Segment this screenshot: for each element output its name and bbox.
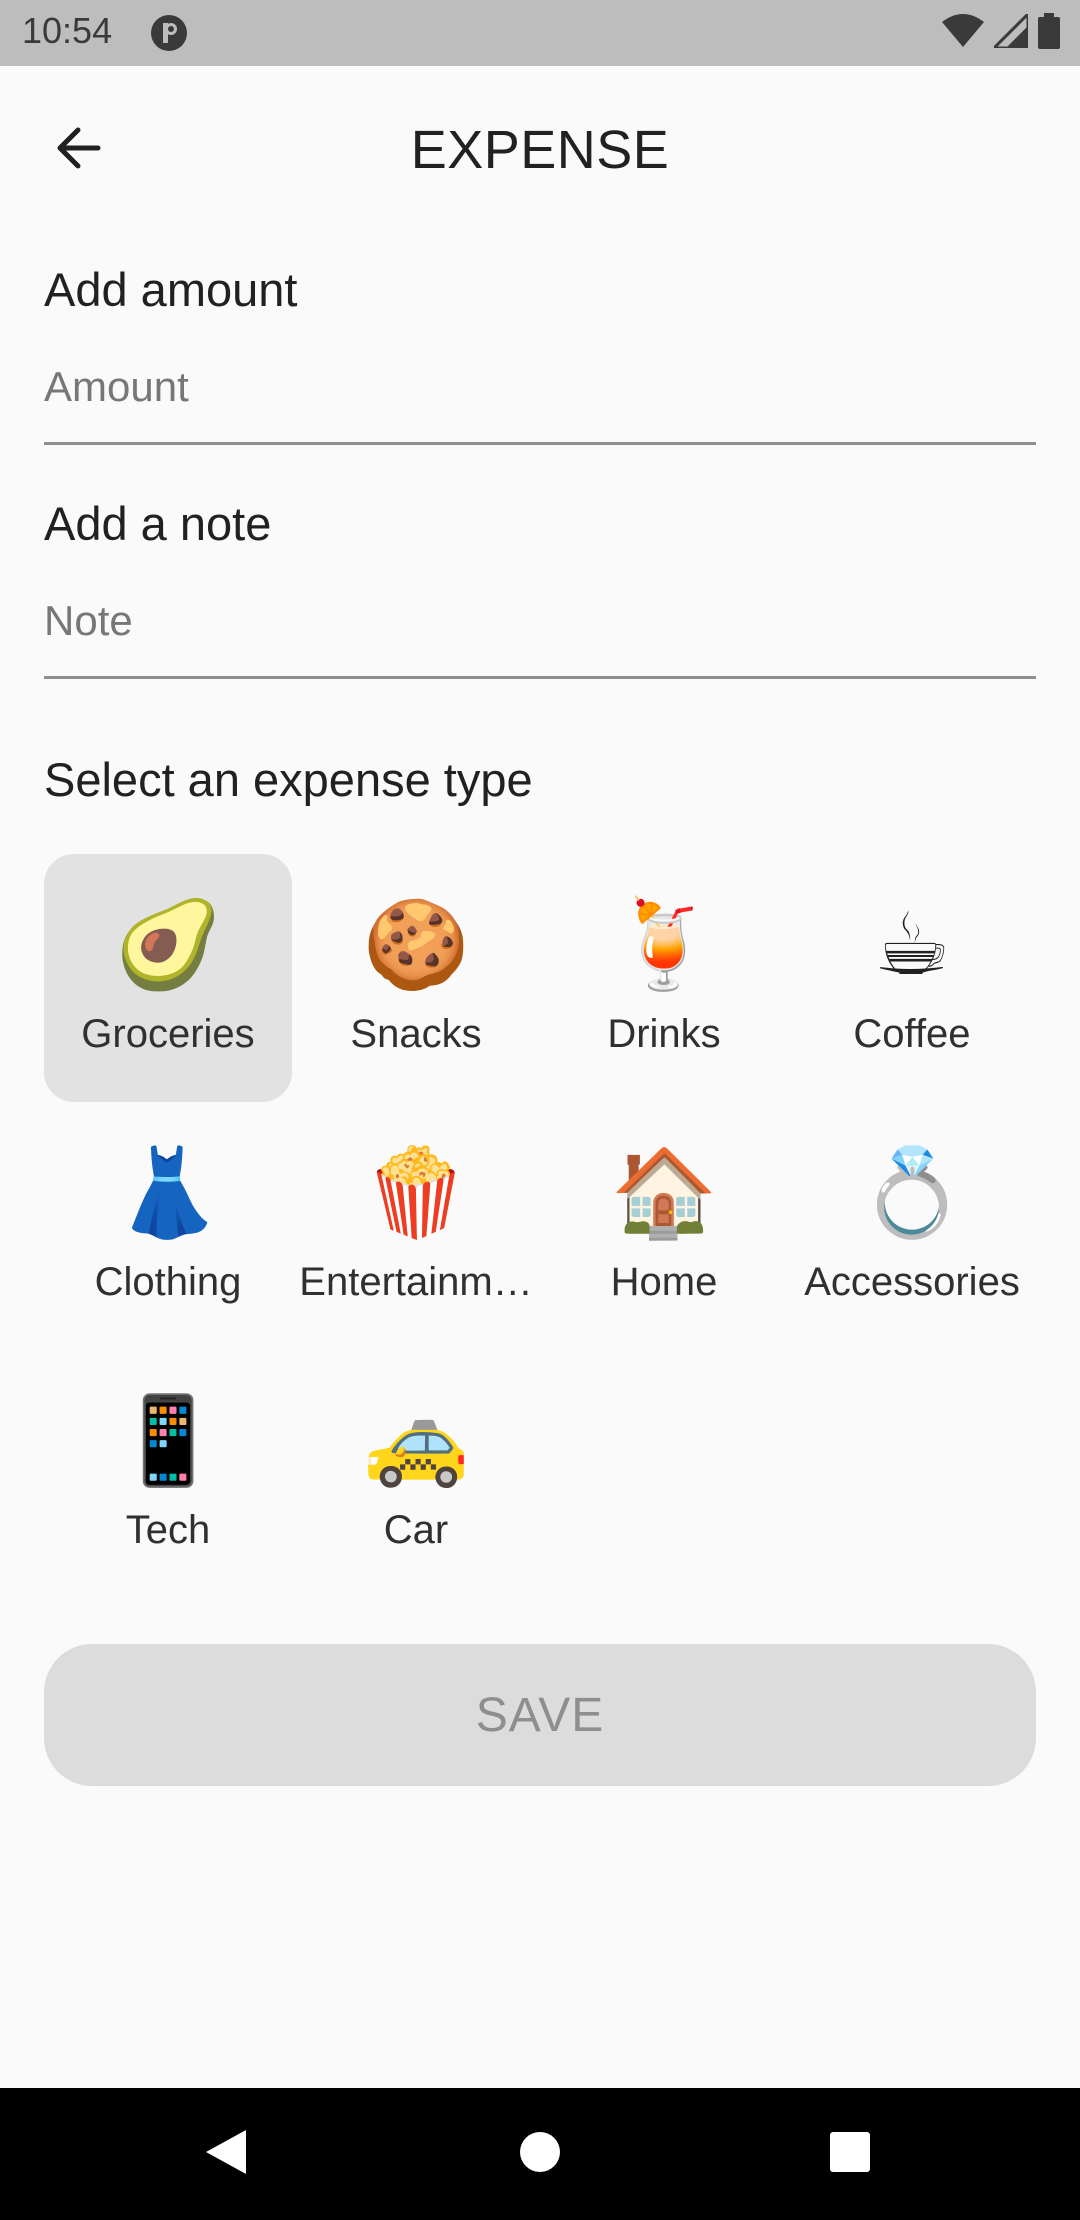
nav-back-button[interactable]	[190, 2118, 262, 2190]
nav-recents-button[interactable]	[814, 2118, 886, 2190]
back-triangle-icon	[204, 2128, 248, 2181]
tropical-drink-icon: 🍹	[610, 895, 718, 995]
save-button[interactable]: SAVE	[44, 1644, 1036, 1786]
status-icons	[942, 9, 1060, 54]
ring-icon: 💍	[858, 1143, 966, 1243]
signal-icon	[990, 9, 1030, 53]
expense-type-snacks[interactable]: 🍪 Snacks	[292, 854, 540, 1102]
page-title: EXPENSE	[410, 120, 670, 180]
taxi-icon: 🚕	[362, 1391, 470, 1491]
expense-type-accessories[interactable]: 💍 Accessories	[788, 1102, 1036, 1350]
dress-icon: 👗	[114, 1143, 222, 1243]
house-icon: 🏠	[610, 1143, 718, 1243]
note-label: Add a note	[44, 497, 272, 550]
app-notification-icon	[150, 14, 188, 52]
expense-type-label-accessories: Accessories	[804, 1260, 1020, 1304]
battery-icon	[1038, 12, 1060, 54]
avocado-icon: 🥑	[114, 895, 222, 995]
expense-type-tech[interactable]: 📱 Tech	[44, 1350, 292, 1598]
recents-square-icon	[829, 2131, 871, 2178]
amount-field[interactable]	[44, 352, 1036, 445]
expense-type-label-home: Home	[610, 1260, 718, 1304]
coffee-icon: ☕	[873, 895, 951, 995]
system-nav-bar	[0, 2088, 1080, 2220]
expense-type-label-groceries: Groceries	[81, 1012, 255, 1056]
amount-label: Add amount	[44, 263, 298, 316]
wifi-icon	[942, 13, 984, 53]
expense-type-entertainment[interactable]: 🍿 Entertainm…	[292, 1102, 540, 1350]
expense-type-label-car: Car	[383, 1508, 449, 1552]
expense-type-car[interactable]: 🚕 Car	[292, 1350, 540, 1598]
expense-type-clothing[interactable]: 👗 Clothing	[44, 1102, 292, 1350]
nav-home-button[interactable]	[504, 2118, 576, 2190]
expense-type-label-tech: Tech	[125, 1508, 211, 1552]
popcorn-icon: 🍿	[362, 1143, 470, 1243]
expense-type-label-coffee: Coffee	[853, 1012, 971, 1056]
expense-type-label: Select an expense type	[44, 753, 533, 806]
expense-type-label-snacks: Snacks	[350, 1012, 482, 1056]
home-circle-icon	[518, 2130, 562, 2179]
note-field[interactable]	[44, 586, 1036, 679]
amount-input[interactable]	[44, 352, 1036, 422]
status-time: 10:54	[22, 10, 113, 51]
expense-type-coffee[interactable]: ☕ Coffee	[788, 854, 1036, 1102]
mobile-phone-icon: 📱	[114, 1391, 222, 1491]
cookie-icon: 🍪	[362, 895, 470, 995]
expense-type-home[interactable]: 🏠 Home	[540, 1102, 788, 1350]
back-button[interactable]	[40, 112, 116, 188]
expense-type-drinks[interactable]: 🍹 Drinks	[540, 854, 788, 1102]
expense-type-label-clothing: Clothing	[94, 1260, 242, 1304]
app-bar: EXPENSE	[0, 66, 1080, 222]
note-input[interactable]	[44, 586, 1036, 656]
arrow-back-icon	[54, 124, 102, 177]
expense-type-groceries[interactable]: 🥑 Groceries	[44, 854, 292, 1102]
expense-type-label-drinks: Drinks	[607, 1012, 721, 1056]
expense-type-label-entertainment: Entertainm…	[299, 1260, 533, 1304]
status-bar: 10:54	[0, 0, 1080, 66]
